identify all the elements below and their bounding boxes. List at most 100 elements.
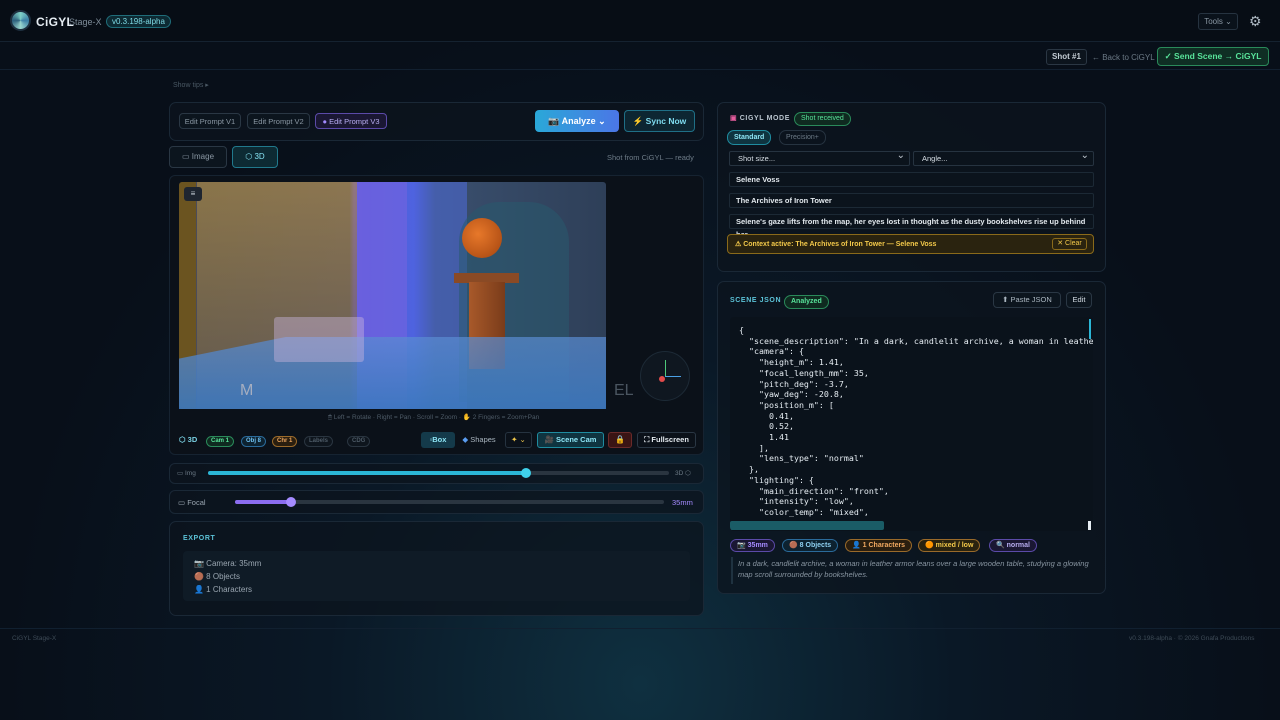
- camera-icon: ▭: [178, 498, 186, 507]
- tag-focal: 📷 35mm: [730, 539, 775, 552]
- 3d-view-label: 3D: [254, 152, 265, 161]
- scene-render: [179, 182, 606, 409]
- film-icon: ▣: [730, 115, 738, 122]
- footer-left: CiGYL Stage-X: [12, 635, 57, 642]
- cam-toggle[interactable]: Cam 1: [206, 436, 235, 447]
- json-editor[interactable]: { "scene_description": "In a dark, candl…: [730, 317, 1093, 531]
- axis-gizmo[interactable]: [640, 351, 690, 401]
- focal-text: Focal: [187, 498, 206, 507]
- analyze-button[interactable]: 📷 Analyze ⌄: [535, 110, 619, 132]
- action-field[interactable]: Selene's gaze lifts from the map, her ey…: [729, 214, 1094, 239]
- edit-prompt-v3-label: Edit Prompt V3: [329, 117, 380, 126]
- footer-right: v0.3.198-alpha · © 2026 Gnafa Production…: [1129, 635, 1255, 642]
- fullscreen-label: Fullscreen: [651, 435, 689, 444]
- shapes-tool-label: Shapes: [470, 435, 496, 444]
- mode-slider-fill: [208, 471, 527, 475]
- tools-menu-button[interactable]: Tools ⌄: [1198, 13, 1238, 30]
- precision-mode-button[interactable]: Precision+: [779, 130, 826, 145]
- camera-icon: 📷: [548, 116, 560, 126]
- mode-3d-label: ⬡ 3D: [179, 435, 197, 444]
- edit-prompt-v2-tab[interactable]: Edit Prompt V2: [247, 113, 310, 129]
- sub-bar: [0, 42, 1280, 70]
- character-head: [462, 218, 502, 258]
- scrollbar-thumb-v[interactable]: [1089, 319, 1091, 339]
- shot-badge: Shot #1: [1046, 49, 1087, 65]
- labels-toggle[interactable]: Labels: [304, 436, 334, 447]
- focal-slider-track[interactable]: [235, 497, 664, 507]
- focal-slider-fill: [235, 500, 291, 504]
- magic-tool-button[interactable]: ✦ ⌄: [505, 432, 532, 448]
- location-field[interactable]: The Archives of Iron Tower: [729, 193, 1094, 208]
- tag-objects: 🟤 8 Objects: [782, 539, 839, 552]
- expand-icon: ⛶: [644, 435, 650, 444]
- angle-select[interactable]: Angle...: [913, 149, 1094, 166]
- clear-context-button[interactable]: ✕ Clear: [1052, 238, 1087, 250]
- export-title: EXPORT: [183, 535, 216, 542]
- focal-value: 35mm: [672, 498, 693, 507]
- paste-json-button[interactable]: ⬆ Paste JSON: [993, 292, 1061, 308]
- box-tool-button[interactable]: ▫Box: [421, 432, 455, 448]
- shapes-tool-button[interactable]: ◆ Shapes: [458, 432, 500, 448]
- cube-icon: ⬡: [179, 435, 186, 444]
- scene-json-title: SCENE JSON: [730, 297, 782, 304]
- image-icon: ▭: [177, 470, 184, 477]
- cigyl-mode-title-text: CIGYL MODE: [739, 115, 790, 122]
- export-characters: 👤 1 Characters: [194, 585, 252, 594]
- mode-3d-text: 3D: [187, 435, 198, 444]
- tag-lighting: 🟠 mixed / low: [918, 539, 981, 552]
- sync-now-button[interactable]: ⚡ Sync Now: [624, 110, 695, 132]
- footer-divider: [0, 628, 1280, 629]
- chr-toggle[interactable]: Chr 1: [272, 436, 298, 447]
- shot-size-select[interactable]: Shot size...: [729, 149, 910, 166]
- focal-slider-thumb[interactable]: [285, 497, 296, 507]
- export-camera: 📷 Camera: 35mm: [194, 559, 262, 568]
- scene-cam-label: Scene Cam: [556, 435, 597, 444]
- y-axis: [665, 360, 666, 377]
- 3d-view-tab[interactable]: ⬡ 3D: [232, 146, 278, 168]
- edit-prompt-v3-tab[interactable]: ● Edit Prompt V3: [315, 113, 387, 129]
- tag-characters: 👤 1 Characters: [845, 539, 913, 552]
- shot-received-badge: Shot received: [794, 112, 851, 126]
- cigyl-mode-title: ▣ CIGYL MODE: [730, 114, 790, 122]
- candles: [274, 317, 364, 362]
- mode-slider-track[interactable]: [208, 468, 669, 478]
- wall-letter-right: EL: [614, 382, 634, 399]
- scrollbar-thumb-h[interactable]: [730, 521, 884, 530]
- json-code: { "scene_description": "In a dark, candl…: [739, 325, 1093, 517]
- send-scene-button[interactable]: ✓ Send Scene → CiGYL: [1157, 47, 1269, 66]
- focal-label: ▭ Focal: [178, 498, 206, 507]
- box-tool-label: Box: [432, 435, 447, 444]
- 3d-slider-text: 3D: [675, 470, 684, 477]
- gear-icon[interactable]: ⚙: [1249, 13, 1262, 30]
- standard-mode-button[interactable]: Standard: [727, 130, 772, 145]
- sync-now-label: Sync Now: [645, 116, 687, 126]
- viewport-hint: 🖱 Left = Rotate · Right = Pan · Scroll =…: [328, 414, 540, 421]
- edit-json-button[interactable]: Edit: [1066, 292, 1092, 308]
- fullscreen-button[interactable]: ⛶ Fullscreen: [637, 432, 696, 448]
- scene-cam-button[interactable]: 🎥 Scene Cam: [537, 432, 604, 448]
- obj-toggle[interactable]: Obj 8: [241, 436, 267, 447]
- x-axis: [665, 376, 681, 377]
- edit-prompt-v1-tab[interactable]: Edit Prompt V1: [179, 113, 241, 129]
- image-view-tab[interactable]: ▭ Image: [169, 146, 227, 168]
- character-field[interactable]: Selene Voss: [729, 172, 1094, 187]
- app-stage: Stage-X: [69, 17, 102, 27]
- show-tips-toggle[interactable]: Show tips ▸: [173, 81, 209, 89]
- cdg-toggle[interactable]: CDG: [347, 436, 371, 447]
- diamond-icon: ◆: [462, 435, 469, 444]
- lock-icon[interactable]: 🔒: [608, 432, 632, 448]
- description-rule: [731, 557, 733, 584]
- cube-icon: ⬡: [685, 470, 691, 477]
- context-text: ⚠ Context active: The Archives of Iron T…: [735, 241, 937, 248]
- top-bar: [0, 0, 1280, 42]
- back-link[interactable]: ← Back to CiGYL: [1092, 53, 1155, 62]
- text-cursor: [1088, 521, 1091, 530]
- viewport[interactable]: ≡ M EL 🖱 Left = Rotate · Right = Pan · S…: [169, 175, 704, 455]
- analyze-label: Analyze ⌄: [561, 116, 606, 126]
- menu-icon[interactable]: ≡: [184, 187, 202, 201]
- wall-letter-left: M: [240, 382, 254, 399]
- shot-status: Shot from CiGYL — ready: [607, 153, 694, 162]
- img-slider-label: ▭ Img: [177, 469, 196, 477]
- bolt-icon: ⚡: [632, 116, 644, 126]
- scene-description: In a dark, candlelit archive, a woman in…: [738, 559, 1089, 579]
